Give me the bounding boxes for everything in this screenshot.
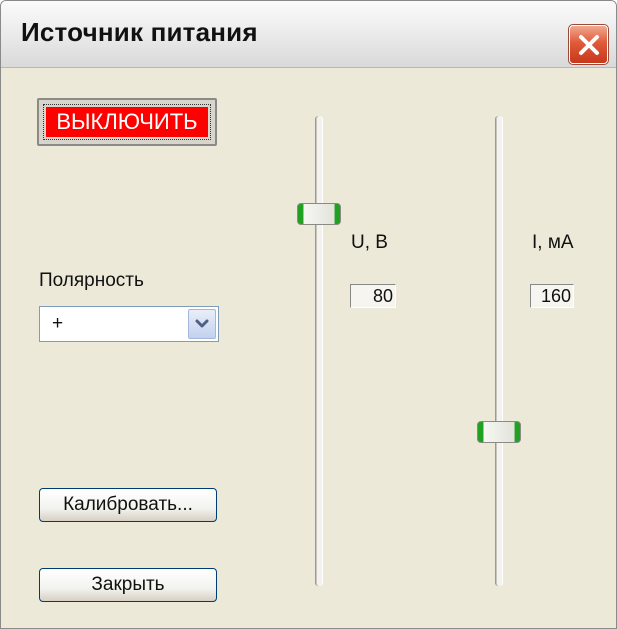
window-title: Источник питания bbox=[21, 17, 258, 47]
polarity-select[interactable]: + bbox=[39, 306, 219, 342]
close-window-button[interactable] bbox=[568, 24, 609, 65]
close-icon bbox=[578, 34, 599, 55]
voltage-slider-thumb[interactable] bbox=[297, 203, 341, 225]
power-toggle-button[interactable]: ВЫКЛЮЧИТЬ bbox=[43, 104, 211, 140]
current-slider-track[interactable] bbox=[495, 116, 503, 586]
title-bar[interactable]: Источник питания bbox=[1, 1, 616, 68]
close-button[interactable]: Закрыть bbox=[39, 568, 217, 602]
power-button-frame: ВЫКЛЮЧИТЬ bbox=[37, 98, 217, 146]
chevron-down-icon bbox=[195, 319, 209, 328]
polarity-dropdown-button[interactable] bbox=[188, 309, 216, 339]
calibrate-button[interactable]: Калибровать... bbox=[39, 488, 217, 522]
current-label: I, мА bbox=[532, 232, 574, 253]
voltage-label: U, В bbox=[351, 232, 388, 253]
voltage-value: 80 bbox=[350, 284, 396, 308]
dialog-content: ВЫКЛЮЧИТЬ Полярность + Калибровать... За… bbox=[1, 68, 616, 628]
polarity-label: Полярность bbox=[39, 270, 144, 291]
voltage-slider-track[interactable] bbox=[315, 116, 323, 586]
power-supply-dialog: Источник питания ВЫКЛЮЧИТЬ Полярность + … bbox=[0, 0, 617, 629]
polarity-select-value: + bbox=[52, 313, 64, 334]
current-slider-thumb[interactable] bbox=[477, 421, 521, 443]
current-value: 160 bbox=[530, 284, 574, 308]
